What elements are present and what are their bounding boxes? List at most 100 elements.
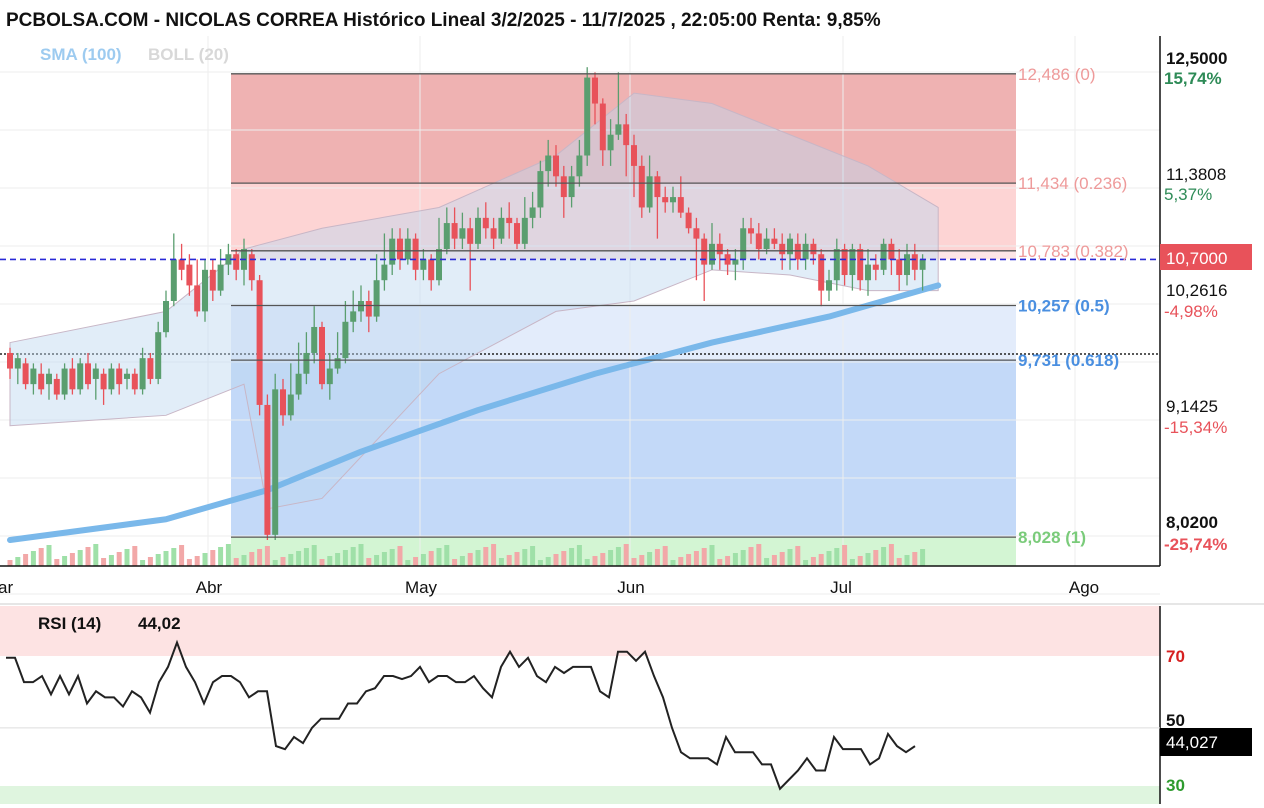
candle-body xyxy=(576,155,583,177)
axis-pct-4: -15,34% xyxy=(1164,418,1227,437)
volume-bar xyxy=(186,559,192,566)
candle-body xyxy=(638,165,645,208)
volume-bar xyxy=(756,544,762,566)
volume-bar xyxy=(670,560,676,566)
volume-bar xyxy=(475,550,481,566)
candle-body xyxy=(459,228,466,239)
volume-bar xyxy=(662,546,668,566)
candle-body xyxy=(365,301,372,317)
axis-top-pct: 15,74% xyxy=(1164,69,1222,88)
candle-body xyxy=(865,264,871,281)
candle-body xyxy=(46,373,52,385)
volume-bar xyxy=(803,560,809,566)
volume-bar xyxy=(319,559,325,566)
candle-body xyxy=(467,228,474,244)
candle-body xyxy=(326,368,333,385)
volume-bar xyxy=(452,559,458,566)
rsi-level-50: 50 xyxy=(1166,711,1185,730)
volume-bar xyxy=(912,552,918,566)
candle-body xyxy=(350,311,357,322)
volume-bar xyxy=(514,552,520,566)
candle-body xyxy=(295,373,302,395)
fib-label: 10,783 (0.382) xyxy=(1018,242,1129,261)
axis-mid-pct: 5,37% xyxy=(1164,185,1212,204)
volume-bar xyxy=(194,556,200,566)
volume-bar xyxy=(865,553,871,566)
volume-bar xyxy=(826,551,832,566)
volume-bar xyxy=(101,558,107,566)
volume-bar xyxy=(93,544,99,566)
volume-bar xyxy=(171,548,177,566)
rsi-label: RSI (14) xyxy=(38,614,101,633)
candle-body xyxy=(264,404,271,535)
candle-body xyxy=(568,176,575,198)
candle-body xyxy=(615,124,622,135)
volume-bar xyxy=(405,560,411,566)
candle-body xyxy=(397,238,403,260)
volume-bar xyxy=(467,553,473,566)
candle-body xyxy=(202,269,208,312)
price-chart: PCBOLSA.COM - NICOLAS CORREA Histórico L… xyxy=(0,0,1264,808)
volume-bar xyxy=(771,555,777,566)
candle-body xyxy=(30,368,37,385)
candle-body xyxy=(709,243,715,265)
volume-bar xyxy=(678,557,684,566)
candle-body xyxy=(443,223,450,250)
candle-body xyxy=(389,238,396,265)
rsi-value: 44,02 xyxy=(138,614,181,633)
candle-body xyxy=(77,363,84,390)
volume-bar xyxy=(163,551,169,566)
volume-bar xyxy=(530,546,536,566)
candle-body xyxy=(646,176,653,208)
chart-title: PCBOLSA.COM - NICOLAS CORREA Histórico L… xyxy=(6,10,881,31)
candle-body xyxy=(7,352,13,369)
candle-body xyxy=(404,238,411,260)
volume-bar xyxy=(608,550,614,566)
volume-bar xyxy=(374,555,380,566)
volume-bar xyxy=(249,552,255,566)
volume-bar xyxy=(296,551,302,566)
volume-bar xyxy=(748,547,754,566)
volume-bar xyxy=(920,549,926,566)
candle-body xyxy=(155,332,162,379)
volume-bar xyxy=(124,549,130,566)
volume-bar xyxy=(155,554,161,566)
candle-body xyxy=(280,389,286,416)
candle-body xyxy=(272,389,279,535)
candle-body xyxy=(451,223,458,239)
volume-bar xyxy=(537,560,543,566)
candle-body xyxy=(529,207,536,218)
candle-body xyxy=(802,243,809,260)
candle-body xyxy=(763,238,770,250)
candle-body xyxy=(919,259,926,270)
last-price-value: 10,7000 xyxy=(1166,249,1227,268)
candle-body xyxy=(311,326,318,353)
volume-bar xyxy=(413,557,419,566)
candle-body xyxy=(69,368,76,390)
candle-body xyxy=(607,134,614,151)
axis-label-3: 10,2616 xyxy=(1166,281,1227,300)
volume-bar xyxy=(498,558,504,566)
volume-bar xyxy=(857,556,863,566)
volume-bar xyxy=(545,557,551,566)
volume-bar xyxy=(553,554,559,566)
volume-bar xyxy=(358,544,364,566)
candle-body xyxy=(880,243,887,270)
volume-bar xyxy=(38,548,44,566)
month-label: Jun xyxy=(617,578,644,597)
volume-bar xyxy=(108,555,114,566)
fib-label: 9,731 (0.618) xyxy=(1018,351,1119,370)
volume-bar xyxy=(77,550,83,566)
volume-bar xyxy=(764,558,770,566)
candle-body xyxy=(584,77,591,156)
candle-body xyxy=(521,217,528,244)
volume-bar xyxy=(740,550,746,566)
volume-bar xyxy=(709,545,715,566)
candle-body xyxy=(116,368,123,385)
volume-bar xyxy=(569,548,575,566)
candle-body xyxy=(716,243,723,255)
volume-bar xyxy=(444,545,450,566)
candle-body xyxy=(693,228,700,239)
volume-bar xyxy=(288,554,294,566)
volume-bar xyxy=(280,557,286,566)
